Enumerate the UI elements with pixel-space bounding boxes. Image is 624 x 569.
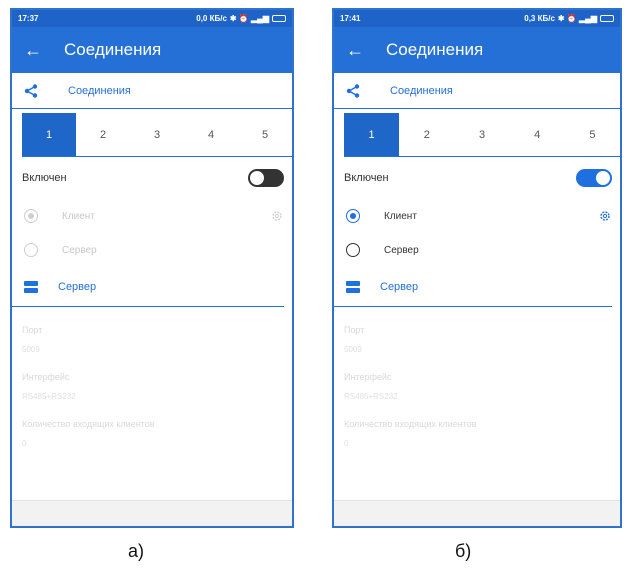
signal-icon: ✱ ⏰ ▂▄▆ [557, 14, 597, 23]
status-bar: 17:41 0,3 КБ/с ✱ ⏰ ▂▄▆ [334, 10, 620, 27]
tab-1[interactable]: 1 [22, 113, 76, 156]
caption-b: б) [455, 541, 472, 561]
bottom-bar [334, 500, 620, 526]
interface-label: Интерфейс [344, 372, 392, 382]
port-label: Порт [22, 325, 43, 335]
share-icon [346, 83, 370, 98]
app-bar: ← Соединения [12, 27, 292, 73]
clients-field: Количество входящих клиентов 0 [12, 419, 292, 448]
server-section-header: Сервер [334, 267, 612, 307]
enabled-row: Включен [12, 157, 292, 199]
clients-value: 0 [22, 439, 27, 448]
tab-1[interactable]: 1 [344, 113, 400, 156]
status-indicators: 0,0 КБ/с ✱ ⏰ ▂▄▆ [196, 14, 286, 23]
switch-knob [249, 170, 265, 186]
connections-section-header: Соединения [334, 73, 620, 109]
port-value: 5009 [22, 345, 40, 354]
caption-a: а) [128, 541, 145, 561]
status-speed: 0,0 КБ/с [196, 14, 227, 23]
page-title: Соединения [64, 40, 162, 59]
tab-4[interactable]: 4 [184, 113, 238, 156]
clients-field: Количество входящих клиентов 0 [334, 419, 620, 448]
server-section-label: Сервер [380, 280, 419, 293]
enabled-label: Включен [344, 172, 389, 184]
status-time: 17:41 [340, 14, 361, 23]
battery-icon [600, 15, 614, 22]
radio-server-row[interactable]: Сервер [12, 233, 292, 267]
tab-2[interactable]: 2 [399, 113, 454, 156]
radio-server[interactable] [346, 243, 360, 257]
radio-client-row[interactable]: Клиент [334, 199, 620, 233]
status-bar: 17:37 0,0 КБ/с ✱ ⏰ ▂▄▆ [12, 10, 292, 27]
radio-client-row[interactable]: Клиент [12, 199, 292, 233]
enabled-label: Включен [22, 172, 67, 184]
server-icon [346, 280, 360, 293]
port-label: Порт [344, 325, 365, 335]
interface-field: Интерфейс RS485+RS232 [12, 372, 292, 401]
port-field: Порт 5009 [12, 325, 292, 354]
page-title: Соединения [386, 40, 484, 59]
enabled-switch[interactable] [248, 169, 284, 187]
interface-value: RS485+RS232 [22, 392, 76, 401]
interface-label: Интерфейс [22, 372, 70, 382]
radio-server-label: Сервер [384, 244, 419, 256]
server-icon [24, 280, 38, 293]
connection-tabs: 1 2 3 4 5 [22, 113, 292, 157]
gear-icon[interactable] [270, 209, 284, 223]
clients-label: Количество входящих клиентов [344, 419, 477, 429]
radio-client-label: Клиент [62, 210, 95, 222]
radio-server[interactable] [24, 243, 38, 257]
switch-knob [595, 170, 611, 186]
status-indicators: 0,3 КБ/с ✱ ⏰ ▂▄▆ [524, 14, 614, 23]
battery-icon [272, 15, 286, 22]
status-time: 17:37 [18, 14, 39, 23]
tab-5[interactable]: 5 [238, 113, 292, 156]
gear-icon[interactable] [598, 209, 612, 223]
server-section-label: Сервер [58, 280, 97, 293]
radio-client-label: Клиент [384, 210, 417, 222]
port-field: Порт 5009 [334, 325, 620, 354]
interface-field: Интерфейс RS485+RS232 [334, 372, 620, 401]
status-speed: 0,3 КБ/с [524, 14, 555, 23]
back-arrow-icon[interactable]: ← [346, 40, 376, 61]
clients-value: 0 [344, 439, 349, 448]
share-icon [24, 83, 48, 98]
tab-5[interactable]: 5 [565, 113, 620, 156]
tab-3[interactable]: 3 [130, 113, 184, 156]
server-section-header: Сервер [12, 267, 284, 307]
enabled-switch[interactable] [576, 169, 612, 187]
section-label: Соединения [68, 84, 131, 97]
port-value: 5009 [344, 345, 362, 354]
signal-icon: ✱ ⏰ ▂▄▆ [229, 14, 269, 23]
tab-2[interactable]: 2 [76, 113, 130, 156]
radio-client[interactable] [346, 209, 360, 223]
bottom-bar [12, 500, 292, 526]
clients-label: Количество входящих клиентов [22, 419, 155, 429]
connections-section-header: Соединения [12, 73, 292, 109]
tab-3[interactable]: 3 [454, 113, 509, 156]
enabled-row: Включен [334, 157, 620, 199]
section-label: Соединения [390, 84, 453, 97]
tab-4[interactable]: 4 [510, 113, 565, 156]
connection-tabs: 1 2 3 4 5 [344, 113, 620, 157]
phone-screen-a: 17:37 0,0 КБ/с ✱ ⏰ ▂▄▆ ← Соединения Соед… [10, 8, 294, 528]
radio-server-row[interactable]: Сервер [334, 233, 620, 267]
app-bar: ← Соединения [334, 27, 620, 73]
phone-screen-b: 17:41 0,3 КБ/с ✱ ⏰ ▂▄▆ ← Соединения Соед… [332, 8, 622, 528]
radio-client[interactable] [24, 209, 38, 223]
radio-server-label: Сервер [62, 244, 97, 256]
interface-value: RS485+RS232 [344, 392, 398, 401]
back-arrow-icon[interactable]: ← [24, 40, 54, 61]
